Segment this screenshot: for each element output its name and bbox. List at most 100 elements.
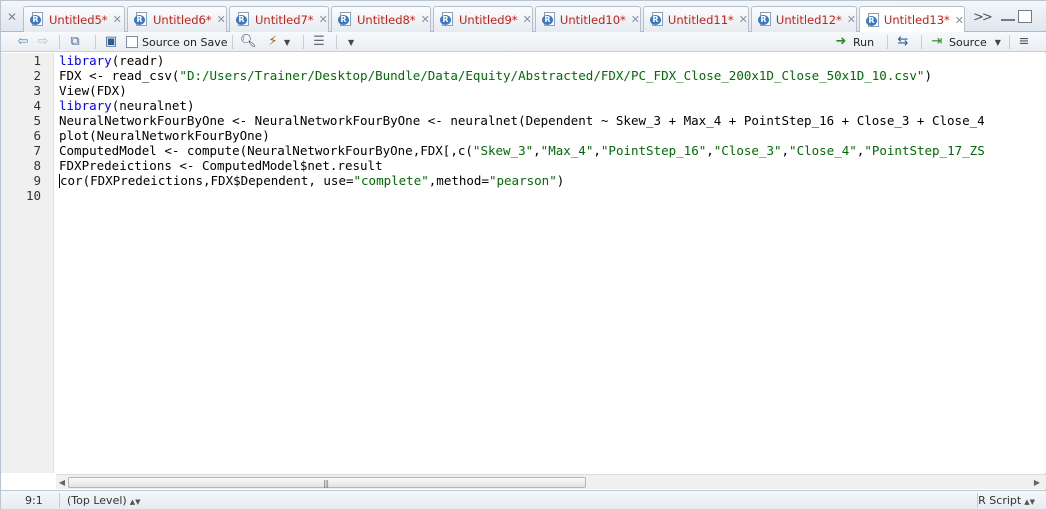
- code-line: library(neuralnet): [59, 98, 195, 113]
- compile-notebook-icon[interactable]: ☰: [311, 34, 327, 50]
- code-line: View(FDX): [59, 83, 127, 98]
- tab-untitled9[interactable]: R Untitled9* ✕: [433, 6, 533, 32]
- close-icon[interactable]: ✕: [217, 13, 226, 26]
- tab-overflow-icon[interactable]: >>: [973, 10, 993, 25]
- code-tools-wand-icon[interactable]: ⚡ ▼: [265, 34, 290, 50]
- tab-untitled13[interactable]: R Untitled13* ✕: [859, 6, 965, 33]
- r-file-icon: R: [650, 12, 664, 27]
- line-number: 8: [33, 158, 41, 173]
- find-replace-icon[interactable]: 🔍︎: [240, 34, 257, 50]
- file-type-label: R Script: [978, 494, 1022, 507]
- save-icon[interactable]: ▣: [103, 34, 119, 50]
- document-outline-icon[interactable]: ≡: [1016, 34, 1032, 50]
- show-in-window-icon[interactable]: ⧉: [67, 34, 83, 50]
- close-icon[interactable]: ✕: [113, 13, 122, 26]
- r-file-icon: R: [866, 12, 880, 28]
- tab-untitled10[interactable]: R Untitled10* ✕: [535, 6, 641, 32]
- run-button[interactable]: ➜ Run: [833, 34, 875, 50]
- code-area[interactable]: library(readr) FDX <- read_csv("D:/Users…: [59, 53, 1044, 473]
- r-file-icon: R: [338, 12, 353, 27]
- close-icon[interactable]: ✕: [739, 13, 748, 26]
- horizontal-scrollbar[interactable]: ◀ ||| ▶: [56, 474, 1046, 489]
- source-button[interactable]: ⇥ Source ▼: [929, 34, 1001, 50]
- code-line: library(readr): [59, 53, 165, 68]
- tab-label: Untitled8*: [357, 12, 416, 27]
- line-number: 3: [33, 83, 41, 98]
- close-icon[interactable]: ✕: [847, 13, 856, 26]
- line-number: 9: [33, 173, 41, 188]
- close-icon[interactable]: ✕: [523, 13, 532, 26]
- scrollbar-thumb[interactable]: |||: [68, 477, 586, 488]
- tab-label: Untitled6*: [153, 12, 212, 27]
- line-number: 6: [33, 128, 41, 143]
- r-file-icon: R: [30, 12, 45, 27]
- text-cursor: [59, 174, 60, 188]
- up-down-icon: ▲▼: [1024, 498, 1035, 506]
- line-number-gutter: 1 2 3 4 5 6 7 8 9 10: [1, 53, 54, 473]
- status-bar: 9:1 (Top Level) ▲▼ R Script ▲▼: [1, 490, 1046, 509]
- tab-untitled12[interactable]: R Untitled12* ✕: [751, 6, 857, 32]
- line-number: 1: [33, 53, 41, 68]
- tab-untitled11[interactable]: R Untitled11* ✕: [643, 6, 749, 32]
- source-on-save-checkbox[interactable]: Source on Save: [126, 34, 227, 50]
- scroll-right-icon[interactable]: ▶: [1032, 478, 1042, 487]
- source-arrow-icon: ⇥: [931, 34, 943, 49]
- close-icon[interactable]: ✕: [955, 14, 964, 27]
- editor-toolbar: ⇦ ⇨ ⧉ ▣ Source on Save 🔍︎ ⚡ ▼ ☰ ▼ ➜ Run ⇆…: [1, 32, 1046, 52]
- close-all-icon[interactable]: ✕: [5, 10, 19, 24]
- tab-label: Untitled9*: [459, 12, 518, 27]
- r-file-icon: R: [440, 12, 455, 27]
- line-number: 10: [25, 188, 41, 203]
- cursor-position: 9:1: [25, 494, 43, 507]
- tab-untitled5[interactable]: R Untitled5* ✕: [23, 6, 125, 32]
- tab-label: Untitled11*: [667, 12, 734, 27]
- r-file-icon: R: [542, 12, 556, 27]
- r-file-icon: R: [758, 12, 772, 27]
- tab-untitled6[interactable]: R Untitled6* ✕: [127, 6, 227, 32]
- tab-label: Untitled12*: [775, 12, 842, 27]
- tab-label: Untitled5*: [49, 12, 108, 27]
- file-type-selector[interactable]: R Script ▲▼: [978, 494, 1035, 507]
- maximize-pane-icon[interactable]: [1018, 10, 1032, 23]
- line-number: 2: [33, 68, 41, 83]
- forward-icon[interactable]: ⇨: [35, 34, 51, 50]
- tab-bar: ✕ R Untitled5* ✕ R Untitled6* ✕ R Untitl…: [1, 1, 1046, 33]
- tab-label: Untitled10*: [559, 12, 626, 27]
- close-icon[interactable]: ✕: [631, 13, 640, 26]
- source-on-save-label: Source on Save: [142, 35, 228, 49]
- close-icon[interactable]: ✕: [319, 13, 328, 26]
- code-line: cor(FDXPredeictions,FDX$Dependent, use="…: [59, 173, 565, 188]
- line-number: 4: [33, 98, 41, 113]
- code-line: NeuralNetworkFourByOne <- NeuralNetworkF…: [59, 113, 985, 128]
- scope-label: (Top Level): [67, 494, 127, 507]
- code-line: FDXPredeictions <- ComputedModel$net.res…: [59, 158, 383, 173]
- checkbox-box[interactable]: [126, 36, 138, 48]
- tab-label: Untitled13*: [883, 13, 950, 27]
- r-file-icon: R: [134, 12, 149, 27]
- pane-window-controls: [1001, 10, 1032, 23]
- code-line: FDX <- read_csv("D:/Users/Trainer/Deskto…: [59, 68, 932, 83]
- code-line: plot(NeuralNetworkFourByOne): [59, 128, 270, 143]
- chevron-down-icon: ▼: [284, 37, 291, 47]
- run-label: Run: [853, 35, 875, 49]
- tab-untitled7[interactable]: R Untitled7* ✕: [229, 6, 329, 32]
- run-arrow-icon: ➜: [835, 34, 847, 49]
- line-number: 5: [33, 113, 41, 128]
- tab-label: Untitled7*: [255, 12, 314, 27]
- chevron-down-icon: ▼: [348, 37, 355, 47]
- rerun-icon[interactable]: ⇆: [895, 34, 911, 50]
- tab-untitled8[interactable]: R Untitled8* ✕: [331, 6, 431, 32]
- up-down-icon: ▲▼: [129, 498, 141, 506]
- minimize-pane-icon[interactable]: [1001, 10, 1015, 21]
- chevron-down-icon: ▼: [994, 37, 1001, 47]
- scroll-left-icon[interactable]: ◀: [57, 478, 67, 487]
- source-label: Source: [949, 35, 987, 49]
- code-line: ComputedModel <- compute(NeuralNetworkFo…: [59, 143, 985, 158]
- scope-selector[interactable]: (Top Level) ▲▼: [67, 494, 140, 507]
- line-number: 7: [33, 143, 41, 158]
- more-options-dropdown[interactable]: ▼: [345, 34, 354, 50]
- close-icon[interactable]: ✕: [421, 13, 430, 26]
- r-file-icon: R: [236, 12, 251, 27]
- code-editor[interactable]: 1 2 3 4 5 6 7 8 9 10 library(readr) FDX <- read_c…: [1, 53, 1046, 473]
- back-icon[interactable]: ⇦: [15, 34, 31, 50]
